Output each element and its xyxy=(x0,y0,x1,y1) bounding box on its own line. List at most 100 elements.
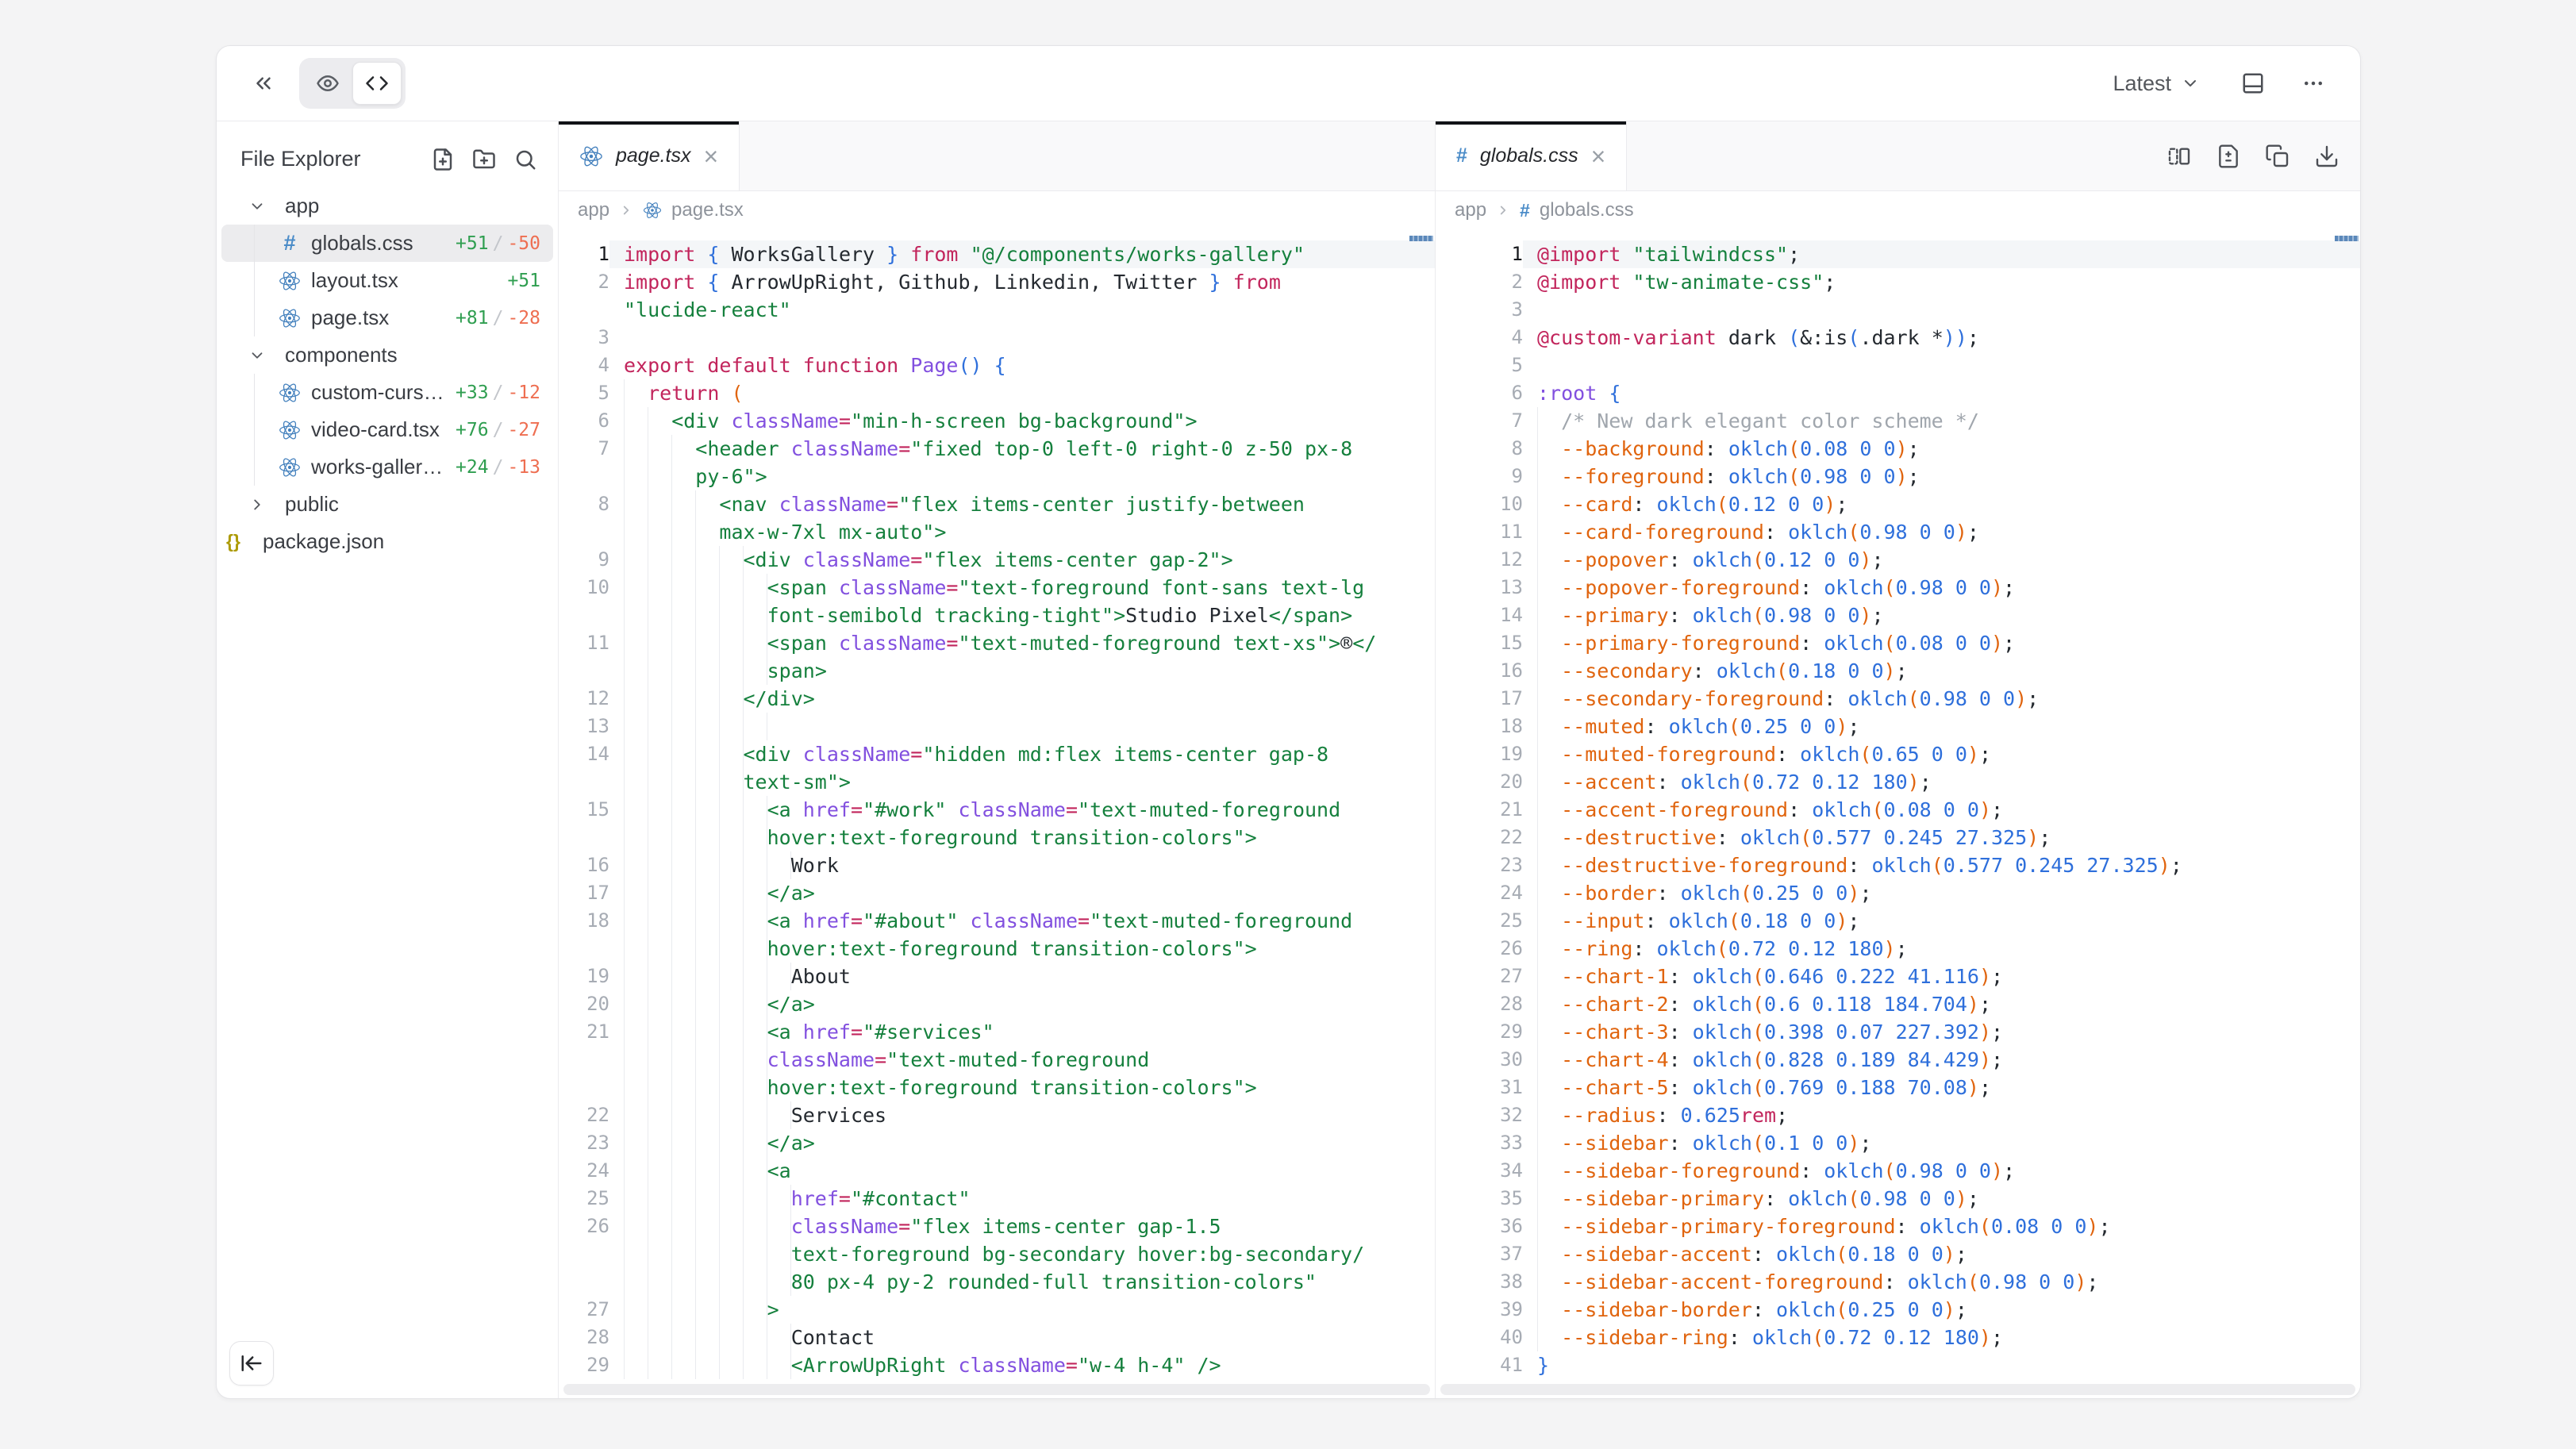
code-row: 6<div className="min-h-screen bg-backgro… xyxy=(559,407,1435,435)
react-icon xyxy=(278,456,302,479)
code-editor-page-tsx[interactable]: 1import { WorksGallery } from "@/compone… xyxy=(559,226,1435,1399)
code-row: 16Work xyxy=(559,851,1435,879)
code-row: 34--sidebar-foreground: oklch(0.98 0 0); xyxy=(1436,1157,2360,1185)
code-row: 39--sidebar-border: oklch(0.25 0 0); xyxy=(1436,1296,2360,1324)
code-row: 15<a href="#work" className="text-muted-… xyxy=(559,796,1435,824)
code-row: text-foreground bg-secondary hover:bg-se… xyxy=(559,1240,1435,1268)
search-files-button[interactable] xyxy=(513,148,537,171)
breadcrumb-file: page.tsx xyxy=(671,199,744,221)
code-row: 40--sidebar-ring: oklch(0.72 0.12 180); xyxy=(1436,1324,2360,1351)
chevron-down-icon xyxy=(2181,74,2200,93)
code-row: py-6"> xyxy=(559,463,1435,490)
close-icon[interactable]: × xyxy=(704,144,719,169)
tree-item-custom-curs[interactable]: custom-curs… +33/-12 xyxy=(221,374,553,411)
tree-indent-guide xyxy=(254,262,255,299)
tree-item-label: public xyxy=(285,492,339,517)
tree-item-label: video-card.tsx xyxy=(311,417,440,442)
horizontal-scrollbar[interactable] xyxy=(1440,1384,2355,1395)
split-editor-button[interactable] xyxy=(2167,144,2192,169)
code-row: 3 xyxy=(559,324,1435,352)
code-row: 7<header className="fixed top-0 left-0 r… xyxy=(559,435,1435,463)
code-icon xyxy=(365,71,389,95)
file-tree: app#globals.css+51/-50layout.tsx+51page.… xyxy=(217,187,558,560)
horizontal-scrollbar[interactable] xyxy=(563,1384,1430,1395)
tree-item-package.json[interactable]: {}package.json xyxy=(221,523,553,560)
code-toggle-button[interactable] xyxy=(352,62,402,105)
collapse-explorer-button[interactable] xyxy=(229,1341,274,1386)
diff-stats: +24/-13 xyxy=(456,457,553,478)
tree-item-label: package.json xyxy=(263,529,384,554)
tree-item-label: custom-curs… xyxy=(311,380,444,405)
tab-page-tsx[interactable]: page.tsx × xyxy=(559,121,740,190)
react-icon xyxy=(278,270,302,292)
code-row: 20--accent: oklch(0.72 0.12 180); xyxy=(1436,768,2360,796)
react-icon xyxy=(278,419,302,441)
code-row: 25--input: oklch(0.18 0 0); xyxy=(1436,907,2360,935)
tree-item-public[interactable]: public xyxy=(221,486,553,523)
code-row: 5 xyxy=(1436,352,2360,379)
new-file-button[interactable] xyxy=(431,148,455,171)
code-row: 23--destructive-foreground: oklch(0.577 … xyxy=(1436,851,2360,879)
diff-stats: +76/-27 xyxy=(456,420,553,440)
preview-toggle-button[interactable] xyxy=(303,62,352,105)
close-icon[interactable]: × xyxy=(1591,144,1606,169)
code-row: 33--sidebar: oklch(0.1 0 0); xyxy=(1436,1129,2360,1157)
file-explorer-sidebar: File Explorer app#globals.cs xyxy=(217,121,558,1399)
right-tab-bar: # globals.css × xyxy=(1436,121,2360,191)
code-row: 10--card: oklch(0.12 0 0); xyxy=(1436,490,2360,518)
tree-item-label: globals.css xyxy=(311,231,413,256)
tab-globals-css[interactable]: # globals.css × xyxy=(1436,121,1627,190)
new-folder-button[interactable] xyxy=(472,148,496,171)
code-row: 4export default function Page() { xyxy=(559,352,1435,379)
react-icon xyxy=(579,144,603,168)
ellipsis-icon xyxy=(2301,71,2325,95)
code-row: 31--chart-5: oklch(0.769 0.188 70.08); xyxy=(1436,1074,2360,1101)
tree-indent-guide xyxy=(254,448,255,486)
tree-item-works-galler[interactable]: works-galler… +24/-13 xyxy=(221,448,553,486)
file-explorer-title: File Explorer xyxy=(240,147,361,171)
editor-window: Latest File Explorer xyxy=(216,45,2361,1399)
code-row: 24<a xyxy=(559,1157,1435,1185)
code-row: 21--accent-foreground: oklch(0.08 0 0); xyxy=(1436,796,2360,824)
tree-item-video-card.tsx[interactable]: video-card.tsx +76/-27 xyxy=(221,411,553,448)
css-hash-icon: # xyxy=(1520,200,1530,221)
diff-stats: +33/-12 xyxy=(456,382,553,403)
code-row: 22Services xyxy=(559,1101,1435,1129)
file-diff-button[interactable] xyxy=(2216,144,2241,169)
code-editor-globals-css[interactable]: 1@import "tailwindcss";2@import "tw-anim… xyxy=(1436,226,2360,1399)
code-row: "lucide-react" xyxy=(559,296,1435,324)
tree-item-globals.css[interactable]: #globals.css+51/-50 xyxy=(221,225,553,262)
tree-item-label: works-galler… xyxy=(311,455,443,479)
editor-pane-globals-css: # globals.css × xyxy=(1436,121,2360,1399)
code-row: 27> xyxy=(559,1296,1435,1324)
code-row: 27--chart-1: oklch(0.646 0.222 41.116); xyxy=(1436,963,2360,990)
tree-item-app[interactable]: app xyxy=(221,187,553,225)
download-icon xyxy=(2314,144,2340,169)
tree-item-page.tsx[interactable]: page.tsx+81/-28 xyxy=(221,299,553,336)
more-options-button[interactable] xyxy=(2301,71,2325,95)
toolbar: Latest xyxy=(217,46,2360,121)
panel-layout-button[interactable] xyxy=(2241,71,2265,95)
code-row: 35--sidebar-primary: oklch(0.98 0 0); xyxy=(1436,1185,2360,1213)
eye-icon xyxy=(316,71,340,95)
copy-button[interactable] xyxy=(2265,144,2290,169)
code-row: hover:text-foreground transition-colors"… xyxy=(559,1074,1435,1101)
code-row: 12</div> xyxy=(559,685,1435,713)
download-button[interactable] xyxy=(2314,144,2340,169)
code-row: 30--chart-4: oklch(0.828 0.189 84.429); xyxy=(1436,1046,2360,1074)
code-row: className="text-muted-foreground xyxy=(559,1046,1435,1074)
chevron-down-icon xyxy=(247,347,267,364)
code-row: 20</a> xyxy=(559,990,1435,1018)
code-row: 29--chart-3: oklch(0.398 0.07 227.392); xyxy=(1436,1018,2360,1046)
react-icon xyxy=(643,201,662,220)
tree-item-components[interactable]: components xyxy=(221,336,553,374)
tree-item-layout.tsx[interactable]: layout.tsx+51 xyxy=(221,262,553,299)
version-selector[interactable]: Latest xyxy=(2108,71,2205,97)
code-row: 9--foreground: oklch(0.98 0 0); xyxy=(1436,463,2360,490)
collapse-sidebar-button[interactable] xyxy=(252,71,275,95)
react-icon xyxy=(278,382,302,404)
code-row: 2@import "tw-animate-css"; xyxy=(1436,268,2360,296)
code-row: 18<a href="#about" className="text-muted… xyxy=(559,907,1435,935)
code-row: 41} xyxy=(1436,1351,2360,1379)
search-icon xyxy=(513,148,537,171)
